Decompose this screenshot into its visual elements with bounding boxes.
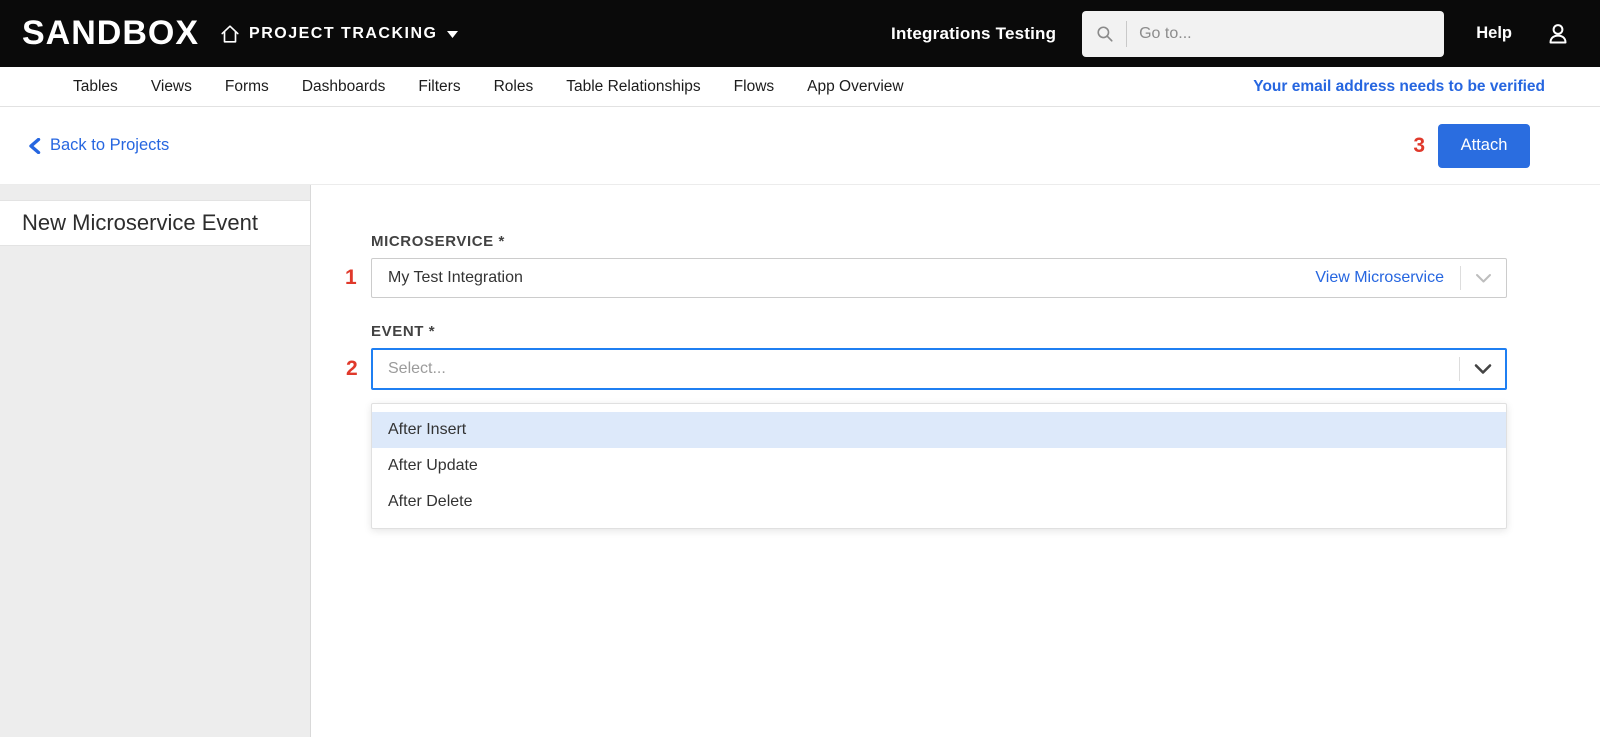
user-icon (1549, 23, 1567, 43)
option-after-delete[interactable]: After Delete (372, 484, 1506, 520)
app-switcher[interactable]: PROJECT TRACKING (219, 23, 459, 45)
search-divider (1126, 20, 1128, 47)
page-header: Back to Projects 3 Attach (0, 107, 1600, 185)
tab-views[interactable]: Views (151, 78, 192, 96)
page-body: New Microservice Event MICROSERVICE * 1 … (0, 185, 1600, 737)
main-content: MICROSERVICE * 1 My Test Integration Vie… (311, 185, 1600, 737)
annotation-2: 2 (346, 357, 358, 380)
event-options-menu: After Insert After Update After Delete (371, 403, 1507, 529)
microservice-select[interactable]: 1 My Test Integration View Microservice (345, 258, 1507, 298)
current-app-title: Integrations Testing (891, 23, 1057, 43)
attach-button[interactable]: Attach (1438, 123, 1530, 168)
field-divider (1460, 266, 1461, 290)
tab-tables[interactable]: Tables (73, 78, 118, 96)
microservice-event-form: MICROSERVICE * 1 My Test Integration Vie… (345, 233, 1507, 529)
back-link-label: Back to Projects (50, 136, 170, 154)
tab-table-relationships[interactable]: Table Relationships (566, 78, 700, 96)
sidebar: New Microservice Event (0, 185, 311, 737)
email-verification-alert[interactable]: Your email address needs to be verified (1253, 78, 1545, 96)
chevron-left-icon (29, 137, 41, 154)
sidebar-item-new-microservice-event[interactable]: New Microservice Event (0, 200, 310, 246)
app-navbar: Tables Views Forms Dashboards Filters Ro… (0, 67, 1600, 107)
annotation-3: 3 (1413, 133, 1425, 157)
tab-filters[interactable]: Filters (418, 78, 460, 96)
chevron-down-icon[interactable] (1475, 273, 1492, 284)
tab-flows[interactable]: Flows (734, 78, 774, 96)
option-after-insert[interactable]: After Insert (372, 412, 1506, 448)
header-actions: 3 Attach (1413, 123, 1530, 168)
back-to-projects-link[interactable]: Back to Projects (28, 136, 169, 155)
event-label: EVENT * (371, 323, 436, 340)
event-select-input[interactable] (388, 360, 1443, 378)
view-microservice-link[interactable]: View Microservice (1315, 269, 1444, 287)
event-field-group: EVENT * 2 After Insert After Update (346, 323, 1507, 529)
account-button[interactable] (1544, 20, 1572, 48)
tab-app-overview[interactable]: App Overview (807, 78, 903, 96)
event-select[interactable]: 2 (346, 348, 1507, 390)
goto-input[interactable] (1139, 24, 1433, 43)
search-icon (1097, 25, 1113, 42)
caret-down-icon (447, 31, 459, 38)
sandbox-logo[interactable]: SANDBOX (22, 14, 199, 53)
microservice-value: My Test Integration (388, 269, 523, 286)
tab-dashboards[interactable]: Dashboards (302, 78, 386, 96)
chevron-down-icon[interactable] (1474, 363, 1492, 375)
app-switcher-label: PROJECT TRACKING (249, 24, 438, 42)
option-after-update[interactable]: After Update (372, 448, 1506, 484)
goto-search-box[interactable] (1082, 10, 1445, 57)
help-link[interactable]: Help (1476, 24, 1512, 43)
microservice-label: MICROSERVICE * (371, 233, 505, 250)
field-divider (1459, 357, 1460, 381)
tab-roles[interactable]: Roles (494, 78, 534, 96)
tab-forms[interactable]: Forms (225, 78, 269, 96)
topbar: SANDBOX PROJECT TRACKING Integrations Te… (0, 0, 1600, 67)
annotation-1: 1 (345, 266, 357, 289)
home-icon (221, 24, 239, 43)
